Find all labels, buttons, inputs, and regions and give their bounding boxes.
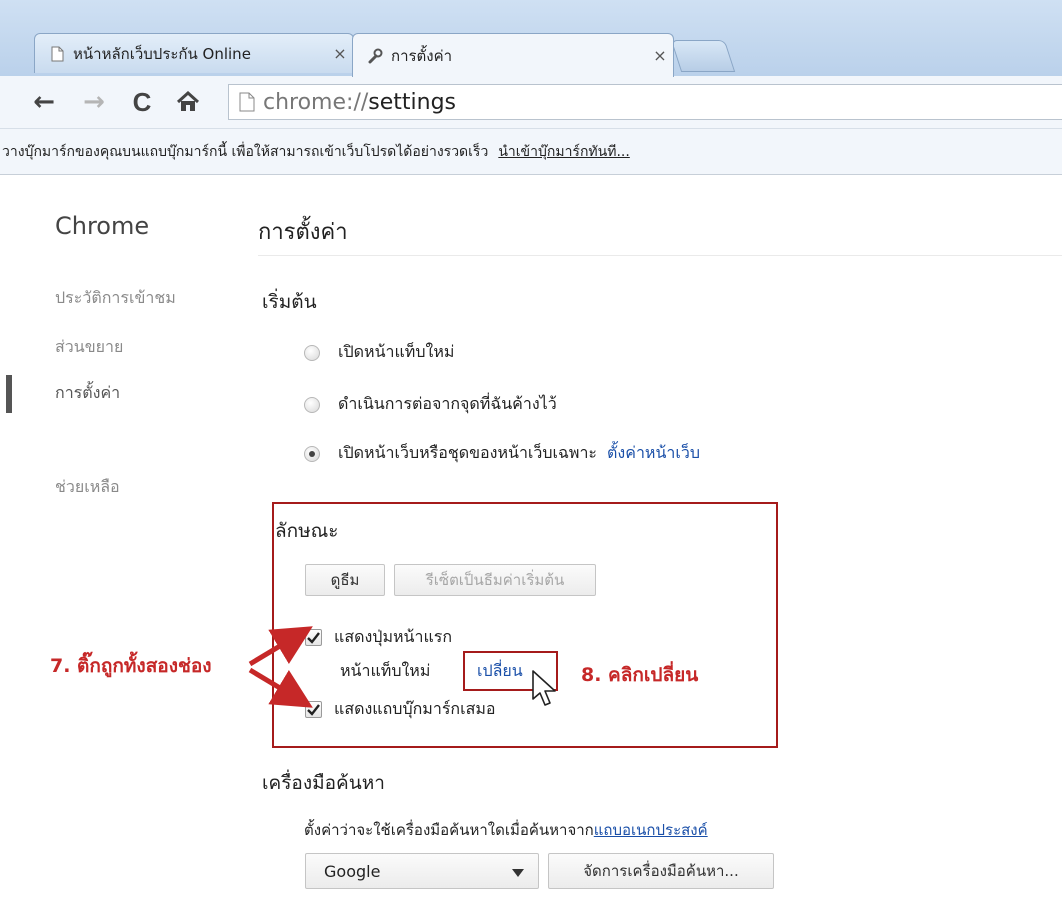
reload-button[interactable]: C <box>126 86 158 118</box>
page-icon <box>49 45 65 63</box>
sidebar-item-history[interactable]: ประวัติการเข้าชม <box>55 286 176 311</box>
forward-button[interactable]: → <box>78 86 110 118</box>
startup-option-new-tab[interactable]: เปิดหน้าแท็บใหม่ <box>304 340 454 365</box>
checkbox-label: แสดงปุ่มหน้าแรก <box>334 627 453 646</box>
sidebar-brand: Chrome <box>55 212 150 240</box>
tab-settings[interactable]: การตั้งค่า × <box>352 33 674 77</box>
radio-button[interactable] <box>304 344 320 361</box>
show-bookmarks-bar-row[interactable]: แสดงแถบบุ๊กมาร์กเสมอ <box>305 697 495 722</box>
sidebar-item-settings[interactable]: การตั้งค่า <box>55 381 120 406</box>
manage-search-engines-button[interactable]: จัดการเครื่องมือค้นหา... <box>548 853 774 889</box>
annotation-arrows-icon <box>248 626 313 708</box>
tab-home-page[interactable]: หน้าหลักเว็บประกัน Online × <box>34 33 354 73</box>
annotation-step7: 7. ติ๊กถูกทั้งสองช่อง <box>50 655 212 677</box>
page-title: การตั้งค่า <box>258 220 348 245</box>
omnibox-link[interactable]: แถบอเนกประสงค์ <box>594 818 708 842</box>
annotation-step8: 8. คลิกเปลี่ยน <box>581 664 699 686</box>
change-home-page-link[interactable]: เปลี่ยน <box>477 659 523 684</box>
url-path: settings <box>368 89 456 115</box>
divider <box>258 255 1062 256</box>
tab-label: หน้าหลักเว็บประกัน Online <box>73 44 251 63</box>
back-button[interactable]: ← <box>28 86 60 118</box>
sidebar-item-extensions[interactable]: ส่วนขยาย <box>55 335 123 360</box>
chevron-down-icon <box>512 862 524 881</box>
show-home-button-row[interactable]: แสดงปุ่มหน้าแรก <box>305 625 452 650</box>
browser-toolbar: ← → C chrome://settings <box>0 76 1062 129</box>
get-themes-button[interactable]: ดูธีม <box>305 564 385 596</box>
radio-label: เปิดหน้าเว็บหรือชุดของหน้าเว็บเฉพาะ <box>338 443 598 462</box>
home-icon[interactable] <box>172 86 204 118</box>
radio-button[interactable] <box>304 445 320 462</box>
change-link-wrap[interactable]: เปลี่ยน <box>477 659 523 684</box>
page-icon <box>239 92 255 112</box>
radio-label: ดำเนินการต่อจากจุดที่ฉันค้างไว้ <box>338 394 557 413</box>
import-bookmarks-link[interactable]: นำเข้าบุ๊กมาร์กทันที... <box>498 141 629 163</box>
search-description-row: ตั้งค่าว่าจะใช้เครื่องมือค้นหาใดเมื่อค้น… <box>304 818 708 842</box>
radio-button[interactable] <box>304 396 320 413</box>
wrench-icon <box>367 47 383 65</box>
search-engine-value: Google <box>324 861 381 881</box>
reset-theme-button[interactable]: รีเซ็ตเป็นธีมค่าเริ่มต้น <box>394 564 596 596</box>
appearance-heading: ลักษณะ <box>275 520 339 542</box>
window-titlebar: หน้าหลักเว็บประกัน Online × การตั้งค่า × <box>0 0 1062 80</box>
selected-indicator <box>6 375 12 413</box>
close-icon[interactable]: × <box>327 44 353 63</box>
checkbox-label: แสดงแถบบุ๊กมาร์กเสมอ <box>334 699 496 718</box>
new-tab-button[interactable] <box>670 40 736 72</box>
close-icon[interactable]: × <box>647 46 673 65</box>
startup-option-continue[interactable]: ดำเนินการต่อจากจุดที่ฉันค้างไว้ <box>304 392 557 417</box>
bookmarks-bar-message: วางบุ๊กมาร์กของคุณบนแถบบุ๊กมาร์กนี้ เพื่… <box>2 143 489 160</box>
home-page-value: หน้าแท็บใหม่ <box>340 661 431 680</box>
bookmarks-bar: วางบุ๊กมาร์กของคุณบนแถบบุ๊กมาร์กนี้ เพื่… <box>0 129 1062 175</box>
radio-label: เปิดหน้าแท็บใหม่ <box>338 342 455 361</box>
startup-option-specific-pages[interactable]: เปิดหน้าเว็บหรือชุดของหน้าเว็บเฉพาะ ตั้ง… <box>304 441 700 466</box>
search-heading: เครื่องมือค้นหา <box>262 772 385 794</box>
search-engine-select[interactable]: Google <box>305 853 539 889</box>
startup-heading: เริ่มต้น <box>262 291 317 313</box>
home-page-row: หน้าแท็บใหม่ <box>340 659 430 684</box>
set-pages-link[interactable]: ตั้งค่าหน้าเว็บ <box>607 441 700 466</box>
url-scheme: chrome:// <box>263 89 369 115</box>
sidebar-item-help[interactable]: ช่วยเหลือ <box>55 475 120 500</box>
mouse-cursor-icon <box>532 670 556 706</box>
address-bar[interactable]: chrome://settings <box>228 84 1062 120</box>
tab-label: การตั้งค่า <box>391 46 453 65</box>
search-description: ตั้งค่าว่าจะใช้เครื่องมือค้นหาใดเมื่อค้น… <box>304 821 594 839</box>
